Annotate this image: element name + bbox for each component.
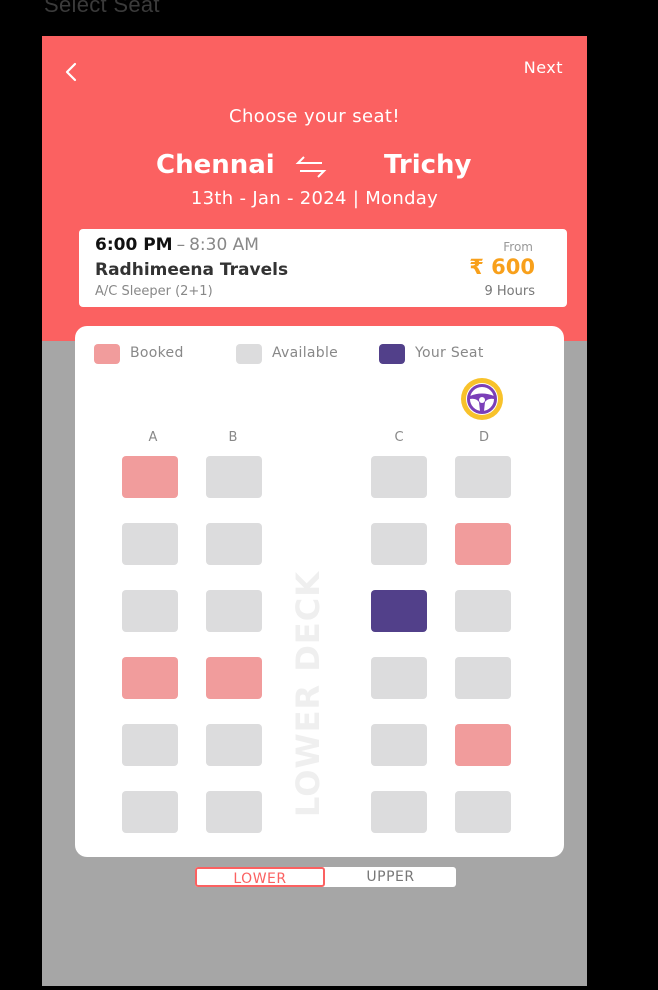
next-button[interactable]: Next [524, 58, 563, 77]
seat-map: Booked Available Your Seat A B C D LOWER… [75, 326, 564, 857]
seat-b6-available[interactable] [206, 791, 262, 833]
travel-date: 13th - Jan - 2024 | Monday [190, 188, 439, 209]
seat-a5-available[interactable] [122, 724, 178, 766]
swap-arrows-icon [295, 156, 327, 178]
column-label-b: B [228, 430, 238, 445]
seat-b3-available[interactable] [206, 590, 262, 632]
window-title: Select Seat [44, 0, 160, 17]
seat-a6-available[interactable] [122, 791, 178, 833]
back-button[interactable] [58, 58, 86, 86]
seat-d6-available[interactable] [455, 791, 511, 833]
legend-available-swatch [236, 344, 262, 364]
seat-d4-available[interactable] [455, 657, 511, 699]
page-title: Choose your seat! [229, 106, 400, 127]
seat-d5-booked[interactable] [455, 724, 511, 766]
seat-b5-available[interactable] [206, 724, 262, 766]
destination-city: Trichy [384, 150, 472, 180]
ticket-price: ₹ 600 [469, 255, 535, 279]
deck-toggle: LOWER UPPER [195, 867, 456, 887]
seat-c4-available[interactable] [371, 657, 427, 699]
seat-c3-selected[interactable] [371, 590, 427, 632]
seat-d2-booked[interactable] [455, 523, 511, 565]
legend-your-seat-label: Your Seat [415, 345, 484, 361]
seat-a2-available[interactable] [122, 523, 178, 565]
trip-card: 6:00 PM –8:30 AM Radhimeena Travels A/C S… [79, 229, 567, 307]
legend-your-seat-swatch [379, 344, 405, 364]
seat-b2-available[interactable] [206, 523, 262, 565]
deck-label: LOWER DECK [288, 571, 328, 817]
operator-name: Radhimeena Travels [95, 260, 289, 280]
column-label-d: D [478, 430, 489, 445]
legend-booked-swatch [94, 344, 120, 364]
seat-b4-booked[interactable] [206, 657, 262, 699]
column-label-c: C [394, 430, 404, 445]
upper-deck-tab[interactable]: UPPER [325, 867, 456, 887]
legend-booked-label: Booked [130, 345, 184, 361]
price-from-label: From [503, 240, 533, 254]
header: Next Choose your seat! Chennai Trichy 13… [42, 36, 587, 341]
window-title-bar: Select Seat [0, 0, 658, 36]
seat-c5-available[interactable] [371, 724, 427, 766]
seat-a4-booked[interactable] [122, 657, 178, 699]
seat-d3-available[interactable] [455, 590, 511, 632]
seat-a1-booked[interactable] [122, 456, 178, 498]
origin-city: Chennai [156, 150, 275, 180]
seat-b1-available[interactable] [206, 456, 262, 498]
route: Chennai Trichy [42, 148, 587, 188]
bus-type: A/C Sleeper (2+1) [95, 284, 213, 299]
app-screen: Next Choose your seat! Chennai Trichy 13… [42, 36, 587, 986]
time-separator: – [176, 235, 186, 255]
seat-c1-available[interactable] [371, 456, 427, 498]
trip-duration: 9 Hours [484, 284, 536, 299]
lower-deck-tab[interactable]: LOWER [195, 867, 325, 887]
seat-c6-available[interactable] [371, 791, 427, 833]
seat-c2-available[interactable] [371, 523, 427, 565]
departure-time: 6:00 PM [95, 235, 173, 255]
deck-label-text: LOWER DECK [289, 570, 327, 818]
trip-times: 6:00 PM –8:30 AM [95, 235, 259, 255]
column-label-a: A [148, 430, 158, 445]
seat-d1-available[interactable] [455, 456, 511, 498]
seat-a3-available[interactable] [122, 590, 178, 632]
steering-wheel-icon [461, 378, 503, 420]
arrival-time: 8:30 AM [189, 235, 259, 255]
chevron-left-icon [65, 62, 77, 82]
legend-available-label: Available [272, 345, 339, 361]
